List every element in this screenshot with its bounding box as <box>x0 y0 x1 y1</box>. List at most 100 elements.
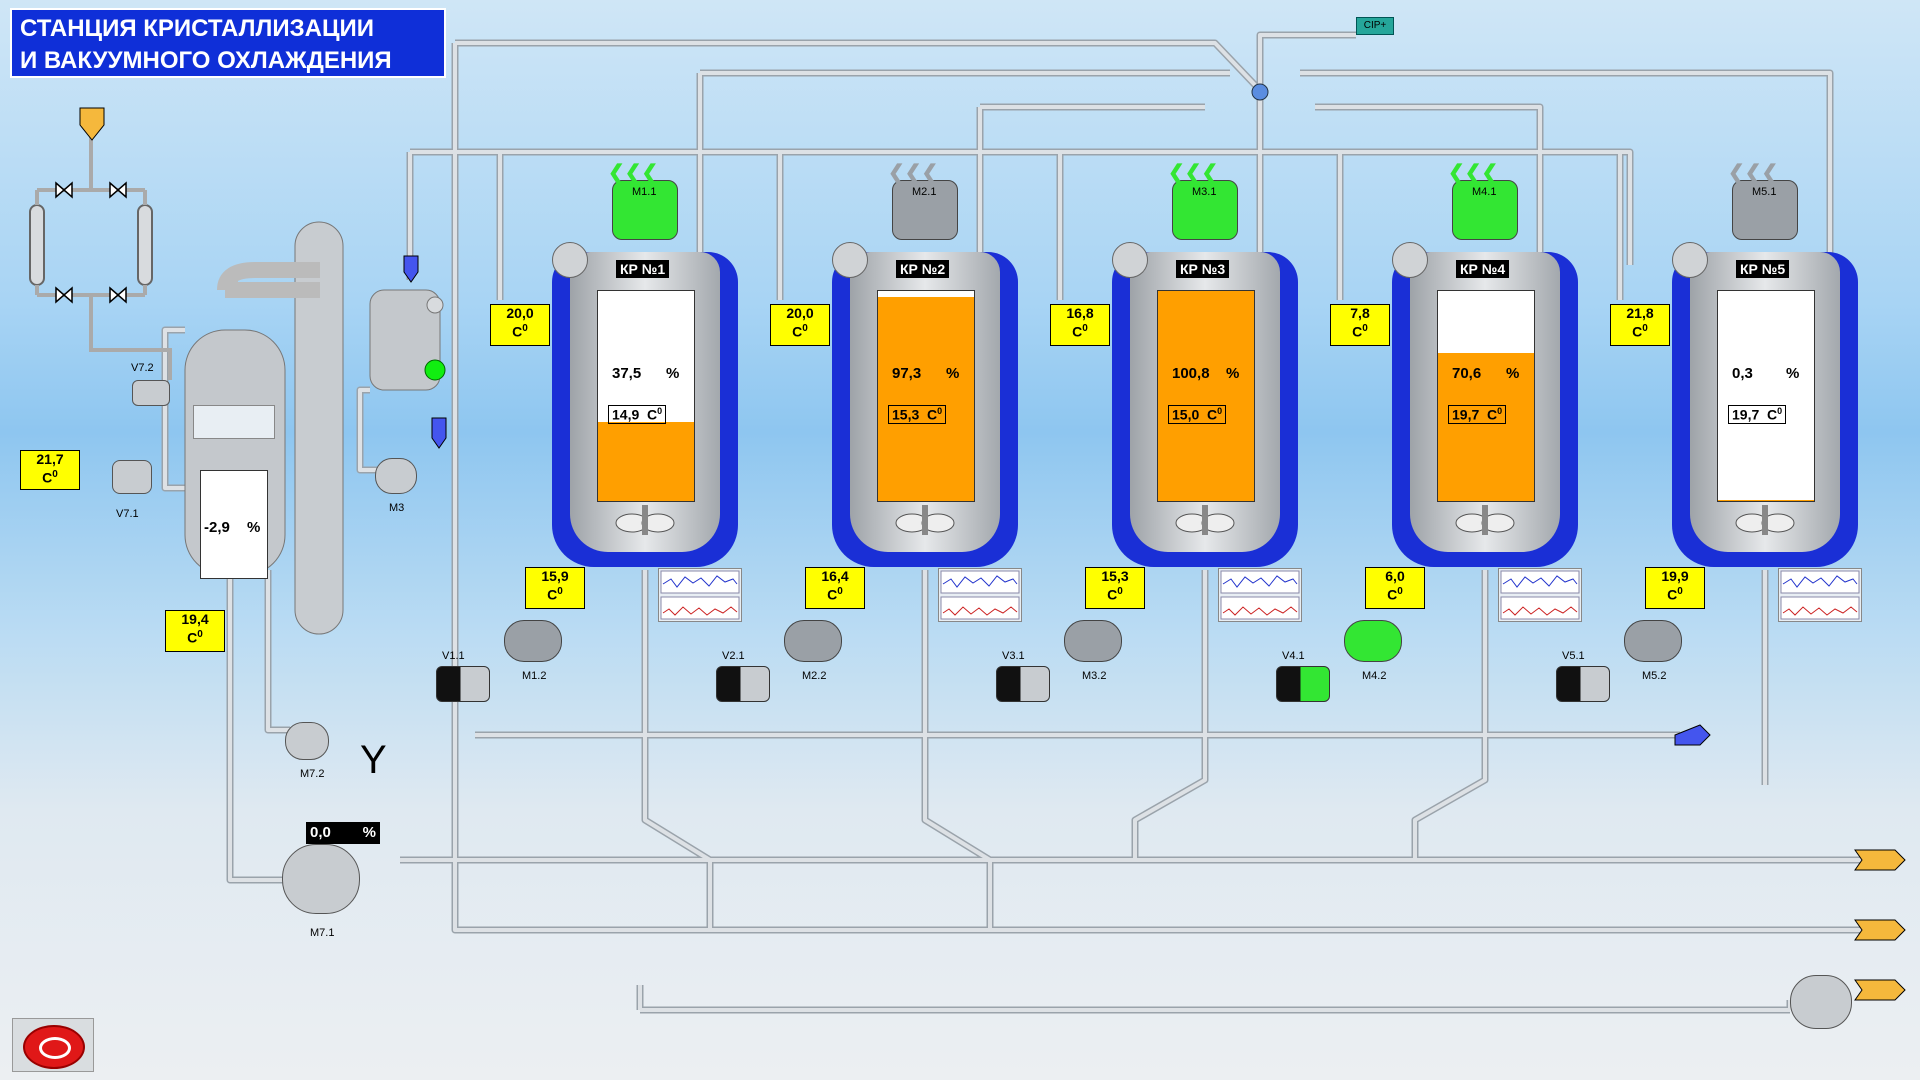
pump-m72-label: M7.2 <box>300 768 325 780</box>
vacuum-trend-chart[interactable] <box>193 405 275 439</box>
bottom-temp-box[interactable]: 19,9 C0 <box>1645 567 1705 609</box>
jacket-temp-box[interactable]: 21,8 C0 <box>1610 304 1670 346</box>
bottom-temp-box[interactable]: 15,9 C0 <box>525 567 585 609</box>
vacuum-temp-bottom-value: 19,4 <box>181 611 209 627</box>
outlet-pump[interactable] <box>1790 975 1852 1029</box>
bottom-temp-box[interactable]: 6,0 C0 <box>1365 567 1425 609</box>
valve-label: V4.1 <box>1282 650 1305 662</box>
jacket-temp-box[interactable]: 20,0 C0 <box>770 304 830 346</box>
pump-2[interactable] <box>784 620 842 662</box>
agitator-icon <box>1172 505 1238 541</box>
trend-chart[interactable] <box>1498 568 1582 622</box>
jacket-temp-box[interactable]: 20,0 C0 <box>490 304 550 346</box>
valve-label: V3.1 <box>1002 650 1025 662</box>
temp-unit: C0 <box>547 586 563 603</box>
level-value: 37,5 <box>612 365 642 382</box>
pump-5[interactable] <box>1624 620 1682 662</box>
vacuum-temp-bottom-box[interactable]: 19,4 C0 <box>165 610 225 652</box>
level-fill <box>1718 500 1814 501</box>
pump-m72[interactable] <box>285 722 329 760</box>
trend-chart[interactable] <box>658 568 742 622</box>
rotation-arrows-icon: ❮❮❮ <box>1448 162 1499 184</box>
jacket-temp-value: 7,8 <box>1350 305 1370 321</box>
trend-chart[interactable] <box>1218 568 1302 622</box>
manhole-icon <box>552 242 588 278</box>
temp-unit: C0 <box>1667 586 1683 603</box>
manhole-icon <box>832 242 868 278</box>
valve-5[interactable] <box>1556 666 1610 702</box>
inner-temp: 19,7 C0 <box>1448 405 1507 424</box>
bottom-temp-box[interactable]: 15,3 C0 <box>1085 567 1145 609</box>
crystallizer-level-window: 100,8 % 15,0 C0 <box>1157 290 1255 502</box>
temp-unit: C0 <box>827 586 843 603</box>
motor-label: M2.1 <box>912 186 937 198</box>
trend-chart[interactable] <box>1778 568 1862 622</box>
bottom-temp-value: 19,9 <box>1661 568 1689 584</box>
level-fill <box>878 296 974 501</box>
temp-unit: C0 <box>1107 586 1123 603</box>
level-fill <box>1158 291 1254 501</box>
pump-m71-pct-value: 0,0 <box>310 824 331 841</box>
agitator-icon <box>1452 505 1518 541</box>
level-pct-sign: % <box>666 365 680 382</box>
jacket-temp-value: 21,8 <box>1626 305 1654 321</box>
valve-v71[interactable] <box>112 460 152 494</box>
bottom-temp-box[interactable]: 16,4 C0 <box>805 567 865 609</box>
inner-temp: 14,9 C0 <box>608 405 667 424</box>
inner-temp: 15,3 C0 <box>888 405 947 424</box>
temp-unit: C0 <box>1632 323 1648 340</box>
rotation-arrows-icon: ❮❮❮ <box>1168 162 1219 184</box>
crystallizer-level-window: 37,5 % 14,9 C0 <box>597 290 695 502</box>
emergency-stop-button[interactable] <box>12 1018 94 1072</box>
pump-3[interactable] <box>1064 620 1122 662</box>
filter-valves <box>55 181 127 304</box>
valve-label: V5.1 <box>1562 650 1585 662</box>
valve-2[interactable] <box>716 666 770 702</box>
level-pct-sign: % <box>946 365 960 382</box>
temp-unit: C0 <box>792 323 808 340</box>
valve-v72[interactable] <box>132 380 170 406</box>
agitator-icon <box>612 505 678 541</box>
cip-connection-button[interactable]: CIP+ <box>1356 17 1394 35</box>
pump-m71[interactable] <box>282 844 360 914</box>
valve-label: V1.1 <box>442 650 465 662</box>
level-pct-sign: % <box>1786 365 1800 382</box>
motor-label: M3.1 <box>1192 186 1217 198</box>
pump-m71-pct-sign: % <box>362 824 376 841</box>
pump-label: M4.2 <box>1362 670 1387 682</box>
motor-label: M5.1 <box>1752 186 1777 198</box>
level-value: 97,3 <box>892 365 922 382</box>
trend-chart[interactable] <box>938 568 1022 622</box>
jacket-temp-box[interactable]: 16,8 C0 <box>1050 304 1110 346</box>
vacuum-level-window: -2,9 % <box>200 470 268 579</box>
crystallizer-name: КР №1 <box>616 260 670 278</box>
inner-temp: 15,0 C0 <box>1168 405 1227 424</box>
vacuum-level-pct-sign: % <box>247 519 261 536</box>
pump-m3[interactable] <box>375 458 417 494</box>
inlet-arrow <box>79 107 105 141</box>
title-line-2: И ВАКУУМНОГО ОХЛАЖДЕНИЯ <box>20 47 392 74</box>
crystallizer-level-window: 0,3 % 19,7 C0 <box>1717 290 1815 502</box>
motor-label: M4.1 <box>1472 186 1497 198</box>
pump-m3-label: M3 <box>389 502 405 514</box>
crystallizer-level-window: 97,3 % 15,3 C0 <box>877 290 975 502</box>
pump-label: M2.2 <box>802 670 827 682</box>
vacuum-temp-left-value: 21,7 <box>36 451 64 467</box>
vacuum-temp-left-box[interactable]: 21,7 C0 <box>20 450 80 490</box>
vacuum-level-value: -2,9 <box>204 519 230 536</box>
valve-1[interactable] <box>436 666 490 702</box>
jacket-temp-box[interactable]: 7,8 C0 <box>1330 304 1390 346</box>
pump-label: M1.2 <box>522 670 547 682</box>
valve-3[interactable] <box>996 666 1050 702</box>
pump-1[interactable] <box>504 620 562 662</box>
crystallizer-name: КР №2 <box>896 260 950 278</box>
jacket-temp-value: 20,0 <box>506 305 534 321</box>
pump-4[interactable] <box>1344 620 1402 662</box>
valve-v72-label: V7.2 <box>131 362 154 374</box>
inlet-blue-arrow <box>1674 724 1711 746</box>
temp-unit: C0 <box>42 469 58 486</box>
agitator-icon <box>1732 505 1798 541</box>
manhole-icon <box>1112 242 1148 278</box>
valve-4[interactable] <box>1276 666 1330 702</box>
temp-unit: C0 <box>1387 586 1403 603</box>
